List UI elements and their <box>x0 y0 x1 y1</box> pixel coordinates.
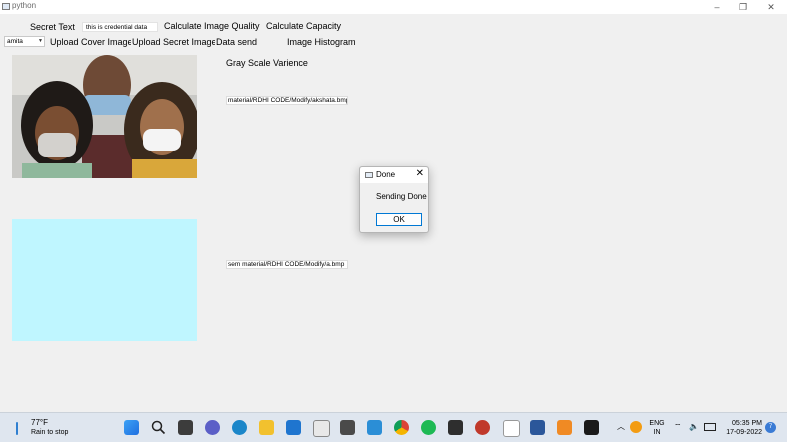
chevron-up-icon[interactable]: ︿ <box>617 422 625 431</box>
dialog-close-button[interactable]: ✕ <box>416 168 424 179</box>
gray-scale-variance-button[interactable]: Gray Scale Varience <box>225 56 308 69</box>
calculate-capacity-button[interactable]: Calculate Capacity <box>265 19 341 32</box>
terminal-icon[interactable] <box>448 420 463 435</box>
weather-icon[interactable] <box>15 422 19 435</box>
store-icon[interactable] <box>313 420 330 437</box>
dialog-app-icon <box>365 172 373 178</box>
chrome-icon[interactable] <box>394 420 409 435</box>
xampp-icon[interactable] <box>557 420 572 435</box>
image-histogram-button[interactable]: Image Histogram <box>286 35 356 48</box>
upload-secret-button[interactable]: Upload Secret Image <box>131 35 217 48</box>
wifi-icon[interactable]: ⌔ <box>674 422 682 431</box>
dialog-titlebar: Done ✕ <box>360 167 428 183</box>
close-button[interactable]: ✕ <box>758 0 784 14</box>
file-explorer-icon[interactable] <box>259 420 274 435</box>
cover-image-preview <box>12 55 197 178</box>
window-titlebar: python – ❐ ✕ <box>0 0 787 14</box>
volume-icon[interactable]: 🔈 <box>689 422 699 431</box>
clock[interactable]: 05:35 PM 17-09-2022 <box>722 419 762 437</box>
notepad-icon[interactable] <box>503 420 520 437</box>
chevron-down-icon: ▼ <box>38 38 43 44</box>
mail-icon[interactable] <box>286 420 301 435</box>
restore-button[interactable]: ❐ <box>730 0 756 14</box>
word-icon[interactable] <box>530 420 545 435</box>
weather-temperature[interactable]: 77°F <box>31 418 48 427</box>
weather-text[interactable]: Rain to stop <box>31 429 68 436</box>
chat-icon[interactable] <box>205 420 220 435</box>
app-icon <box>2 3 10 10</box>
user-select-value: amita <box>7 38 23 45</box>
language-indicator[interactable]: ENG IN <box>648 419 666 437</box>
dialog-ok-button[interactable]: OK <box>376 213 422 226</box>
minimize-button[interactable]: – <box>704 0 730 14</box>
notification-badge[interactable]: 7 <box>765 422 776 433</box>
snipping-icon[interactable] <box>367 420 382 435</box>
edge-icon[interactable] <box>232 420 247 435</box>
upload-cover-button[interactable]: Upload Cover Image <box>49 35 133 48</box>
secret-text-label: Secret Text <box>30 22 75 32</box>
task-view-icon[interactable] <box>178 420 193 435</box>
window-title: python <box>12 1 37 10</box>
calculate-quality-button[interactable]: Calculate Image Quality <box>163 19 260 32</box>
user-select[interactable]: amita ▼ <box>4 36 45 47</box>
spotify-icon[interactable] <box>421 420 436 435</box>
cmd-icon[interactable] <box>584 420 599 435</box>
secret-text-input[interactable]: this is credential data <box>82 22 158 32</box>
update-icon[interactable] <box>630 421 642 433</box>
data-send-button[interactable]: Data send <box>215 35 258 48</box>
dialog-message: Sending Done <box>376 192 427 201</box>
language-code: ENG <box>649 420 665 427</box>
taskbar: 77°F Rain to stop ︿ ENG IN ⌔ 🔈 05:35 PM … <box>0 412 787 442</box>
clock-date: 17-09-2022 <box>726 429 762 436</box>
done-dialog: Done ✕ Sending Done OK <box>359 166 429 233</box>
windows-start-icon[interactable] <box>124 420 139 435</box>
output-path-field[interactable]: sem material/RDHI CODE/Modify/a.bmp <box>226 260 348 269</box>
cover-path-field[interactable]: material/RDHI CODE/Modify/akshata.bmp <box>226 96 348 105</box>
camera-icon[interactable] <box>340 420 355 435</box>
search-icon[interactable] <box>151 420 166 435</box>
settings-icon[interactable] <box>475 420 490 435</box>
secret-image-preview <box>12 219 197 341</box>
battery-icon[interactable] <box>704 423 716 431</box>
dialog-title: Done <box>376 170 396 179</box>
cover-image-illustration <box>12 55 197 178</box>
clock-time: 05:35 PM <box>732 420 762 427</box>
region-code: IN <box>653 429 661 436</box>
